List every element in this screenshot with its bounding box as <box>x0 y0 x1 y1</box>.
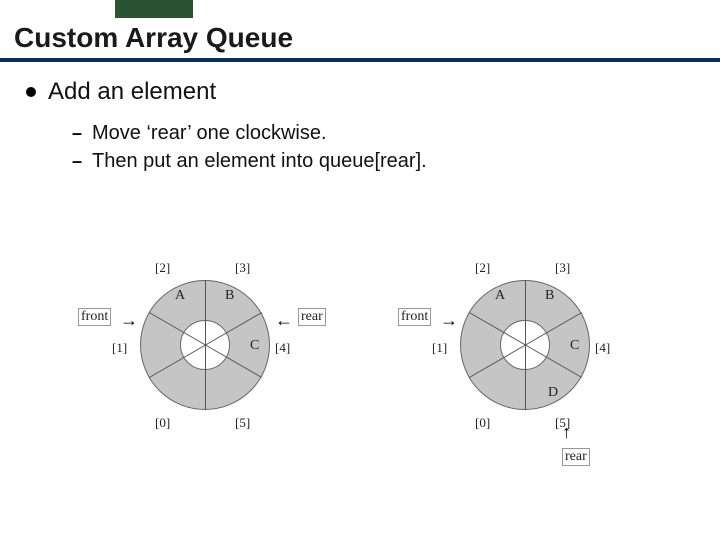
sub-bullet-1: – Move ‘rear’ one clockwise. <box>72 122 327 145</box>
slide-title: Custom Array Queue <box>14 22 293 54</box>
arrow-icon: → <box>440 310 458 331</box>
index-3: [3] <box>235 260 250 276</box>
index-5: [5] <box>235 415 250 431</box>
dash-icon: – <box>72 123 82 144</box>
index-4: [4] <box>275 340 290 356</box>
spoke <box>525 280 526 345</box>
segment-b: B <box>545 288 554 304</box>
index-3: [3] <box>555 260 570 276</box>
dash-icon: – <box>72 151 82 172</box>
bullet-dot-icon <box>26 87 36 97</box>
sub-bullet-1-text: Move ‘rear’ one clockwise. <box>92 122 327 145</box>
front-label: front <box>398 308 431 326</box>
spoke <box>525 345 526 410</box>
arrow-icon: ↑ <box>562 422 571 443</box>
segment-b: B <box>225 288 234 304</box>
segment-d: D <box>548 385 558 401</box>
index-2: [2] <box>155 260 170 276</box>
main-bullet-text: Add an element <box>48 78 216 106</box>
rear-label: rear <box>298 308 326 326</box>
index-1: [1] <box>432 340 447 356</box>
sub-bullet-2: – Then put an element into queue[rear]. <box>72 150 427 173</box>
title-underline <box>0 58 720 62</box>
index-0: [0] <box>475 415 490 431</box>
diagram-area: [0] [1] [2] [3] [4] [5] A B C front rear… <box>40 230 680 510</box>
ring-diagram-before: [0] [1] [2] [3] [4] [5] A B C front rear… <box>50 230 350 470</box>
index-0: [0] <box>155 415 170 431</box>
arrow-icon: ← <box>275 310 293 331</box>
segment-c: C <box>570 338 579 354</box>
segment-c: C <box>250 338 259 354</box>
ring-diagram-after: [0] [1] [2] [3] [4] [5] A B C D front re… <box>370 230 670 470</box>
segment-a: A <box>495 288 505 304</box>
arrow-icon: → <box>120 310 138 331</box>
main-bullet-row: Add an element <box>26 78 216 106</box>
front-label: front <box>78 308 111 326</box>
accent-bar <box>115 0 193 18</box>
spoke <box>205 345 206 410</box>
spoke <box>205 280 206 345</box>
index-4: [4] <box>595 340 610 356</box>
sub-bullet-2-text: Then put an element into queue[rear]. <box>92 150 427 173</box>
segment-a: A <box>175 288 185 304</box>
index-2: [2] <box>475 260 490 276</box>
index-1: [1] <box>112 340 127 356</box>
rear-label: rear <box>562 448 590 466</box>
